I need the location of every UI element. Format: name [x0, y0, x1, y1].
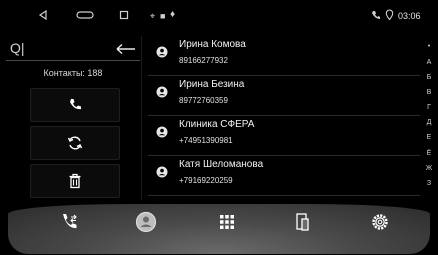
panel-divider	[141, 36, 142, 200]
call-transfer-icon[interactable]	[56, 208, 84, 236]
location-icon	[385, 9, 394, 21]
status-bar: ⌖ ■ ♦ 03:06	[0, 0, 438, 32]
contact-phone: 89166277932	[179, 56, 228, 65]
delete-button[interactable]	[30, 164, 120, 198]
contact-row[interactable]: Катя Шеломанова +79169220259	[148, 156, 420, 196]
contacts-count: Контакты: 188	[43, 68, 103, 78]
sync-icon	[67, 136, 83, 150]
contact-name: Клиника СФЕРА	[179, 119, 255, 130]
recents-icon[interactable]	[119, 10, 129, 20]
call-button[interactable]	[30, 88, 120, 122]
alphabet-index-item[interactable]: Ж	[424, 165, 434, 172]
contact-name: Катя Шеломанова	[179, 159, 264, 170]
contact-phone: 89772760359	[179, 96, 228, 105]
alphabet-index-item[interactable]: В	[424, 89, 434, 96]
contact-row[interactable]: Ирина Безина 89772760359	[148, 76, 420, 116]
alphabet-index-item[interactable]: •	[424, 43, 434, 50]
dialpad-icon[interactable]	[213, 208, 241, 236]
contact-name: Ирина Комова	[179, 39, 246, 50]
contact-avatar-icon	[156, 86, 168, 98]
contact-avatar-icon	[156, 166, 168, 178]
back-arrow-icon[interactable]	[116, 43, 136, 55]
alphabet-index-item[interactable]: А	[424, 59, 434, 66]
contact-phone: +74951390981	[179, 136, 233, 145]
alphabet-index-item[interactable]: З	[424, 180, 434, 187]
alphabet-index-item[interactable]: Ё	[424, 150, 434, 157]
text-cursor: Q|	[10, 40, 25, 56]
contact-row[interactable]: Клиника СФЕРА +74951390981	[148, 116, 420, 156]
call-icon	[372, 11, 380, 19]
clock: 03:06	[398, 11, 421, 21]
alphabet-index-item[interactable]: Е	[424, 134, 434, 141]
back-icon[interactable]	[38, 10, 48, 20]
device-icon[interactable]	[289, 208, 317, 236]
sync-button[interactable]	[30, 126, 120, 160]
contact-avatar-icon	[156, 46, 168, 58]
home-icon[interactable]	[76, 11, 94, 19]
gps-icon: ⌖	[150, 11, 156, 21]
search-underline	[6, 60, 140, 61]
phone-icon	[70, 99, 81, 110]
search-field[interactable]: Q|	[6, 40, 140, 60]
contact-avatar-icon	[156, 126, 168, 138]
trash-icon	[69, 173, 81, 189]
usb-icon: ♦	[170, 9, 176, 20]
bluetooth-icon: ■	[160, 11, 166, 21]
contact-row[interactable]: Ирина Комова 89166277932	[148, 36, 420, 76]
bottom-dock	[8, 204, 430, 254]
contact-name: Ирина Безина	[179, 79, 245, 90]
alphabet-index-item[interactable]: Г	[424, 104, 434, 111]
contact-phone: +79169220259	[179, 176, 233, 185]
alphabet-index-item[interactable]: Д	[424, 119, 434, 126]
contacts-icon[interactable]	[132, 208, 160, 236]
row-divider	[148, 195, 420, 196]
settings-icon[interactable]	[366, 208, 394, 236]
alphabet-index-item[interactable]: Б	[424, 74, 434, 81]
